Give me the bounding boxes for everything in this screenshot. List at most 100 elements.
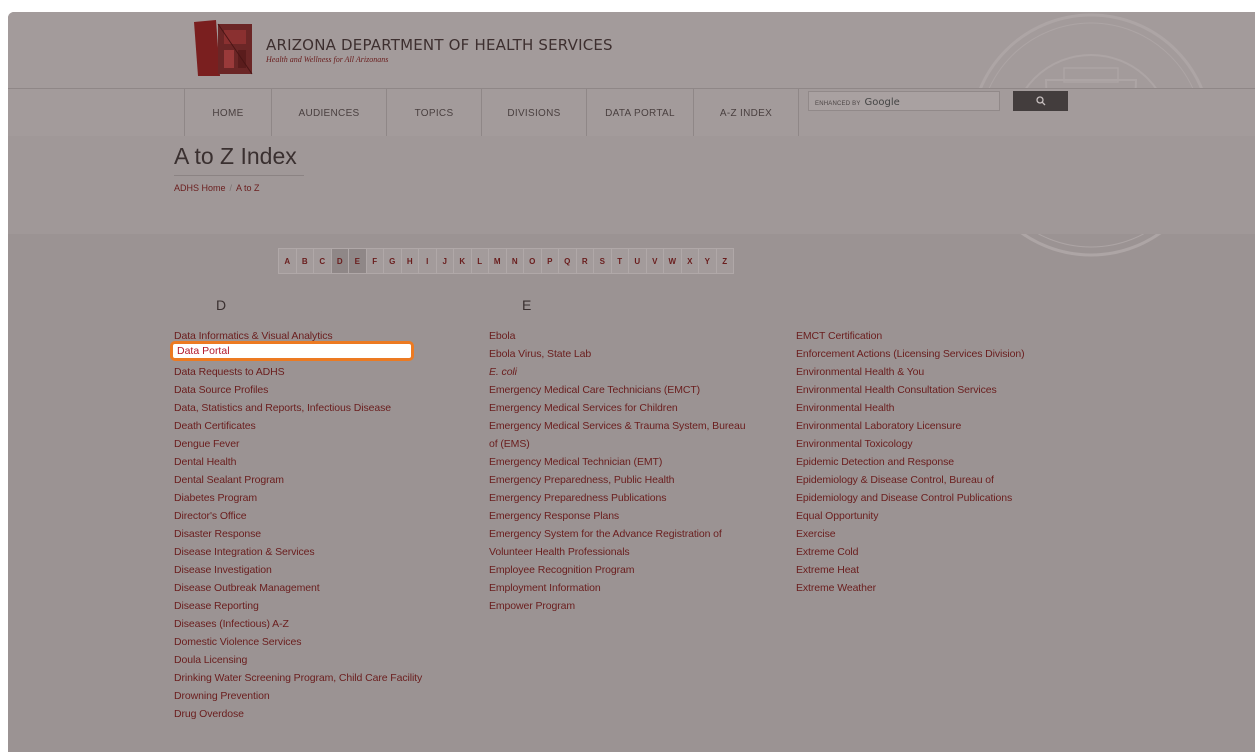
az-letter-g[interactable]: G [384, 249, 402, 273]
az-letter-v[interactable]: V [647, 249, 664, 273]
az-link[interactable]: Dental Health [174, 453, 422, 471]
az-link[interactable]: Enforcement Actions (Licensing Services … [796, 345, 1025, 363]
az-letter-h[interactable]: H [402, 249, 419, 273]
az-link[interactable]: Diabetes Program [174, 489, 422, 507]
az-link[interactable]: Domestic Violence Services [174, 633, 422, 651]
nav-az-index[interactable]: A-Z INDEX [693, 89, 799, 137]
az-link[interactable]: Epidemiology & Disease Control, Bureau o… [796, 471, 1025, 489]
az-link[interactable]: Dengue Fever [174, 435, 422, 453]
az-link[interactable]: Environmental Laboratory Licensure [796, 417, 1025, 435]
az-link[interactable]: Dental Sealant Program [174, 471, 422, 489]
az-link[interactable]: Diseases (Infectious) A-Z [174, 615, 422, 633]
org-name: ARIZONA DEPARTMENT OF HEALTH SERVICES [266, 36, 613, 54]
az-letter-l[interactable]: L [472, 249, 489, 273]
nav-audiences[interactable]: AUDIENCES [271, 89, 386, 137]
az-link[interactable]: Emergency System for the Advance Registr… [489, 525, 745, 543]
breadcrumb-separator: / [229, 183, 233, 193]
az-link[interactable]: Emergency Medical Technician (EMT) [489, 453, 745, 471]
az-link[interactable]: Data Source Profiles [174, 381, 422, 399]
az-link[interactable]: Environmental Health & You [796, 363, 1025, 381]
az-link[interactable]: Empower Program [489, 597, 745, 615]
az-link[interactable]: Volunteer Health Professionals [489, 543, 745, 561]
nav-data-portal[interactable]: DATA PORTAL [586, 89, 693, 137]
az-link[interactable]: Environmental Health Consultation Servic… [796, 381, 1025, 399]
az-letter-c[interactable]: C [314, 249, 332, 273]
az-letter-x[interactable]: X [682, 249, 699, 273]
az-letter-e[interactable]: E [349, 249, 367, 273]
az-letter-b[interactable]: B [297, 249, 314, 273]
az-link[interactable]: Data Requests to ADHS [174, 363, 422, 381]
az-letter-i[interactable]: I [419, 249, 437, 273]
az-link[interactable]: Drug Overdose [174, 705, 422, 723]
page-title: A to Z Index [174, 143, 297, 169]
az-letter-j[interactable]: J [437, 249, 454, 273]
az-letter-q[interactable]: Q [559, 249, 577, 273]
az-letter-k[interactable]: K [454, 249, 472, 273]
az-link[interactable]: Drinking Water Screening Program, Child … [174, 669, 422, 687]
section-heading-d: D [216, 297, 227, 313]
breadcrumb-home[interactable]: ADHS Home [174, 183, 226, 193]
az-link[interactable]: of (EMS) [489, 435, 745, 453]
az-link[interactable]: Disease Reporting [174, 597, 422, 615]
az-letter-a[interactable]: A [279, 249, 297, 273]
az-link[interactable]: Ebola Virus, State Lab [489, 345, 745, 363]
az-link[interactable]: Doula Licensing [174, 651, 422, 669]
az-link[interactable]: Extreme Heat [796, 561, 1025, 579]
az-link[interactable]: Emergency Medical Care Technicians (EMCT… [489, 381, 745, 399]
az-letter-d[interactable]: D [331, 249, 349, 273]
search-input[interactable]: ENHANCED BY Google [808, 91, 1000, 111]
az-link[interactable]: Emergency Preparedness, Public Health [489, 471, 745, 489]
az-letter-s[interactable]: S [594, 249, 612, 273]
az-link[interactable]: Emergency Medical Services & Trauma Syst… [489, 417, 746, 435]
az-letter-p[interactable]: P [542, 249, 559, 273]
az-letter-w[interactable]: W [664, 249, 682, 273]
nav-topics[interactable]: TOPICS [386, 89, 481, 137]
az-link[interactable]: Disaster Response [174, 525, 422, 543]
az-link[interactable]: Emergency Preparedness Publications [489, 489, 745, 507]
az-letter-m[interactable]: M [489, 249, 507, 273]
google-logo: Google [864, 97, 900, 108]
az-link[interactable]: Disease Outbreak Management [174, 579, 422, 597]
az-letter-y[interactable]: Y [699, 249, 717, 273]
az-letter-t[interactable]: T [612, 249, 629, 273]
az-link[interactable]: Extreme Cold [796, 543, 1025, 561]
highlighted-data-portal-link[interactable]: Data Portal [170, 341, 414, 361]
az-link[interactable]: Employment Information [489, 579, 745, 597]
az-link[interactable]: Director's Office [174, 507, 422, 525]
az-letter-z[interactable]: Z [717, 249, 734, 273]
az-letter-f[interactable]: F [367, 249, 384, 273]
tagline: Health and Wellness for All Arizonans [266, 55, 389, 64]
az-link[interactable]: Epidemic Detection and Response [796, 453, 1025, 471]
az-link[interactable]: Equal Opportunity [796, 507, 1025, 525]
az-letter-r[interactable]: R [577, 249, 594, 273]
az-link[interactable]: Extreme Weather [796, 579, 1025, 597]
search-enhanced-label: ENHANCED BY [815, 101, 861, 107]
az-letter-o[interactable]: O [524, 249, 542, 273]
search-button[interactable] [1013, 91, 1068, 111]
az-letter-n[interactable]: N [507, 249, 524, 273]
az-link[interactable]: Environmental Health [796, 399, 1025, 417]
az-link[interactable]: Data, Statistics and Reports, Infectious… [174, 399, 422, 417]
az-link[interactable]: Employee Recognition Program [489, 561, 745, 579]
nav-divisions[interactable]: DIVISIONS [481, 89, 586, 137]
az-link[interactable]: Ebola [489, 327, 745, 345]
az-link[interactable]: Emergency Response Plans [489, 507, 745, 525]
az-link[interactable]: Epidemiology and Disease Control Publica… [796, 489, 1025, 507]
az-link[interactable]: Death Certificates [174, 417, 422, 435]
az-link[interactable]: Environmental Toxicology [796, 435, 1025, 453]
title-divider [174, 175, 304, 176]
e-links-column-2: EMCT Certification Enforcement Actions (L… [796, 327, 1025, 597]
breadcrumb-current: A to Z [236, 183, 260, 193]
adhs-logo[interactable] [194, 20, 254, 76]
az-letter-u[interactable]: U [629, 249, 647, 273]
az-link[interactable]: Emergency Medical Services for Children [489, 399, 745, 417]
az-link[interactable]: Disease Investigation [174, 561, 422, 579]
nav-home[interactable]: HOME [184, 89, 271, 137]
az-link[interactable]: Drowning Prevention [174, 687, 422, 705]
e-links-column-1: Ebola Ebola Virus, State Lab E. coli Emerge… [489, 327, 746, 615]
az-link[interactable]: E. coli [489, 363, 745, 381]
az-link[interactable]: Disease Integration & Services [174, 543, 422, 561]
az-link[interactable]: EMCT Certification [796, 327, 1025, 345]
az-link[interactable]: Exercise [796, 525, 1025, 543]
section-heading-e: E [522, 297, 532, 313]
